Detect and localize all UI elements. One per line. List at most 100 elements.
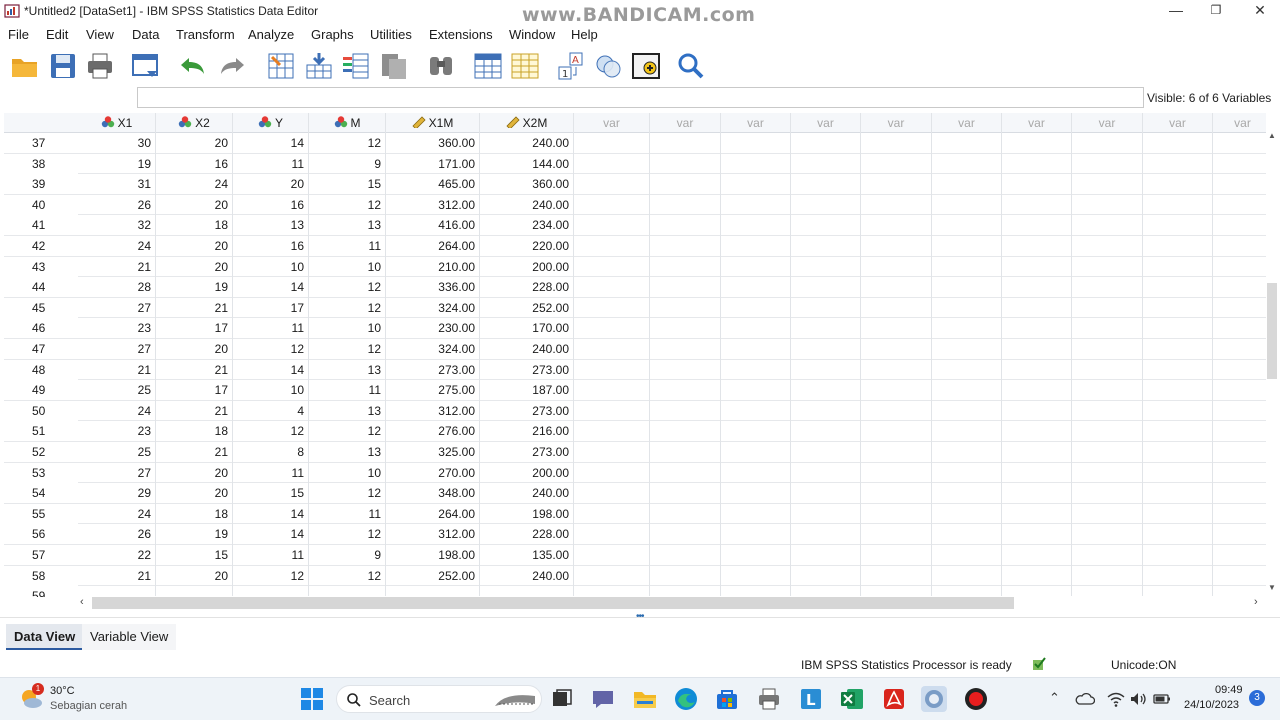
data-cell[interactable]: [1213, 463, 1266, 483]
data-cell[interactable]: [1002, 297, 1072, 318]
data-cell[interactable]: 10: [309, 462, 386, 483]
data-cell[interactable]: 20: [156, 133, 233, 153]
data-cell[interactable]: [650, 503, 721, 524]
variables-icon[interactable]: [341, 51, 371, 81]
data-cell[interactable]: [650, 442, 721, 462]
data-cell[interactable]: 220.00: [480, 236, 574, 256]
data-cell[interactable]: [650, 153, 721, 174]
data-cell[interactable]: [791, 236, 861, 256]
data-cell[interactable]: [1213, 504, 1266, 524]
data-cell[interactable]: [861, 359, 932, 380]
tab-data-view[interactable]: Data View: [6, 624, 84, 650]
column-header-var-12[interactable]: var: [1002, 113, 1072, 133]
data-cell[interactable]: [932, 277, 1002, 298]
data-cell[interactable]: [574, 194, 650, 215]
data-cell[interactable]: 18: [156, 421, 233, 442]
data-cell[interactable]: [721, 565, 791, 586]
data-cell[interactable]: 13: [309, 215, 386, 236]
data-cell[interactable]: [791, 318, 861, 339]
data-cell[interactable]: 27: [78, 462, 156, 483]
data-cell[interactable]: 17: [156, 318, 233, 339]
windows-start-icon[interactable]: [299, 686, 325, 712]
row-number[interactable]: 44: [4, 277, 78, 298]
data-cell[interactable]: [574, 174, 650, 195]
save-icon[interactable]: [48, 51, 78, 81]
data-cell[interactable]: 324.00: [386, 339, 480, 359]
data-cell[interactable]: 348.00: [386, 483, 480, 504]
data-cell[interactable]: [791, 442, 861, 462]
data-cell[interactable]: [861, 256, 932, 277]
data-cell[interactable]: [721, 174, 791, 195]
data-cell[interactable]: 29: [78, 483, 156, 504]
data-cell[interactable]: [574, 215, 650, 236]
data-cell[interactable]: [574, 153, 650, 174]
data-cell[interactable]: [1002, 380, 1072, 401]
row-number[interactable]: 39: [4, 174, 78, 195]
data-cell[interactable]: 12: [309, 421, 386, 442]
column-header-var-6[interactable]: var: [574, 113, 650, 133]
data-cell[interactable]: 15: [156, 545, 233, 565]
data-cell[interactable]: 144.00: [480, 153, 574, 174]
row-number[interactable]: 49: [4, 380, 78, 401]
data-cell[interactable]: 25: [78, 442, 156, 462]
data-cell[interactable]: [574, 483, 650, 504]
data-cell[interactable]: 228.00: [480, 277, 574, 298]
find-icon[interactable]: [426, 51, 456, 81]
data-cell[interactable]: 14: [233, 503, 309, 524]
row-number[interactable]: 41: [4, 215, 78, 236]
open-folder-icon[interactable]: [10, 51, 40, 81]
data-cell[interactable]: [650, 380, 721, 401]
data-cell[interactable]: [1143, 503, 1213, 524]
data-cell[interactable]: [574, 297, 650, 318]
data-cell[interactable]: 216.00: [480, 421, 574, 442]
row-number[interactable]: 43: [4, 256, 78, 277]
data-cell[interactable]: 21: [78, 359, 156, 380]
onedrive-cloud-icon[interactable]: [1075, 689, 1095, 709]
data-cell[interactable]: [861, 400, 932, 421]
data-cell[interactable]: 20: [233, 174, 309, 195]
data-cell[interactable]: [861, 545, 932, 565]
column-header-var-14[interactable]: var: [1143, 113, 1213, 133]
data-cell[interactable]: [791, 421, 861, 442]
data-cell[interactable]: [650, 359, 721, 380]
data-cell[interactable]: [721, 256, 791, 277]
data-cell[interactable]: [1143, 400, 1213, 421]
weather-description[interactable]: Sebagian cerah: [50, 700, 127, 712]
data-cell[interactable]: [1143, 318, 1213, 339]
data-cell[interactable]: 14: [233, 359, 309, 380]
data-cell[interactable]: [1072, 318, 1143, 339]
data-cell[interactable]: [721, 421, 791, 442]
data-cell[interactable]: [1072, 133, 1143, 153]
data-cell[interactable]: [650, 400, 721, 421]
data-cell[interactable]: 26: [78, 194, 156, 215]
data-cell[interactable]: 240.00: [480, 133, 574, 153]
print-app-icon[interactable]: [756, 686, 782, 712]
data-cell[interactable]: [1002, 503, 1072, 524]
data-cell[interactable]: [791, 277, 861, 298]
data-cell[interactable]: [1143, 133, 1213, 153]
menu-extensions[interactable]: Extensions: [429, 27, 493, 42]
redo-icon[interactable]: [218, 51, 248, 81]
clock-time[interactable]: 09:49: [1215, 684, 1243, 696]
data-cell[interactable]: [1072, 400, 1143, 421]
data-cell[interactable]: [861, 318, 932, 339]
menu-help[interactable]: Help: [571, 27, 598, 42]
data-cell[interactable]: 9: [309, 153, 386, 174]
data-cell[interactable]: [1213, 524, 1266, 544]
search-icon[interactable]: [676, 51, 706, 81]
column-header-x2m[interactable]: X2M: [480, 113, 574, 133]
recorder-icon[interactable]: [963, 686, 989, 712]
data-cell[interactable]: [932, 503, 1002, 524]
data-cell[interactable]: [861, 442, 932, 462]
data-cell[interactable]: [1072, 174, 1143, 195]
data-cell[interactable]: 240.00: [480, 483, 574, 504]
data-cell[interactable]: [1002, 194, 1072, 215]
data-cell[interactable]: [721, 153, 791, 174]
data-cell[interactable]: 19: [156, 277, 233, 298]
scroll-up-icon[interactable]: ▲: [1268, 131, 1276, 140]
data-cell[interactable]: 312.00: [386, 400, 480, 421]
data-cell[interactable]: [1072, 256, 1143, 277]
data-cell[interactable]: 11: [233, 153, 309, 174]
edge-browser-icon[interactable]: [673, 686, 699, 712]
data-cell[interactable]: 30: [78, 133, 156, 153]
